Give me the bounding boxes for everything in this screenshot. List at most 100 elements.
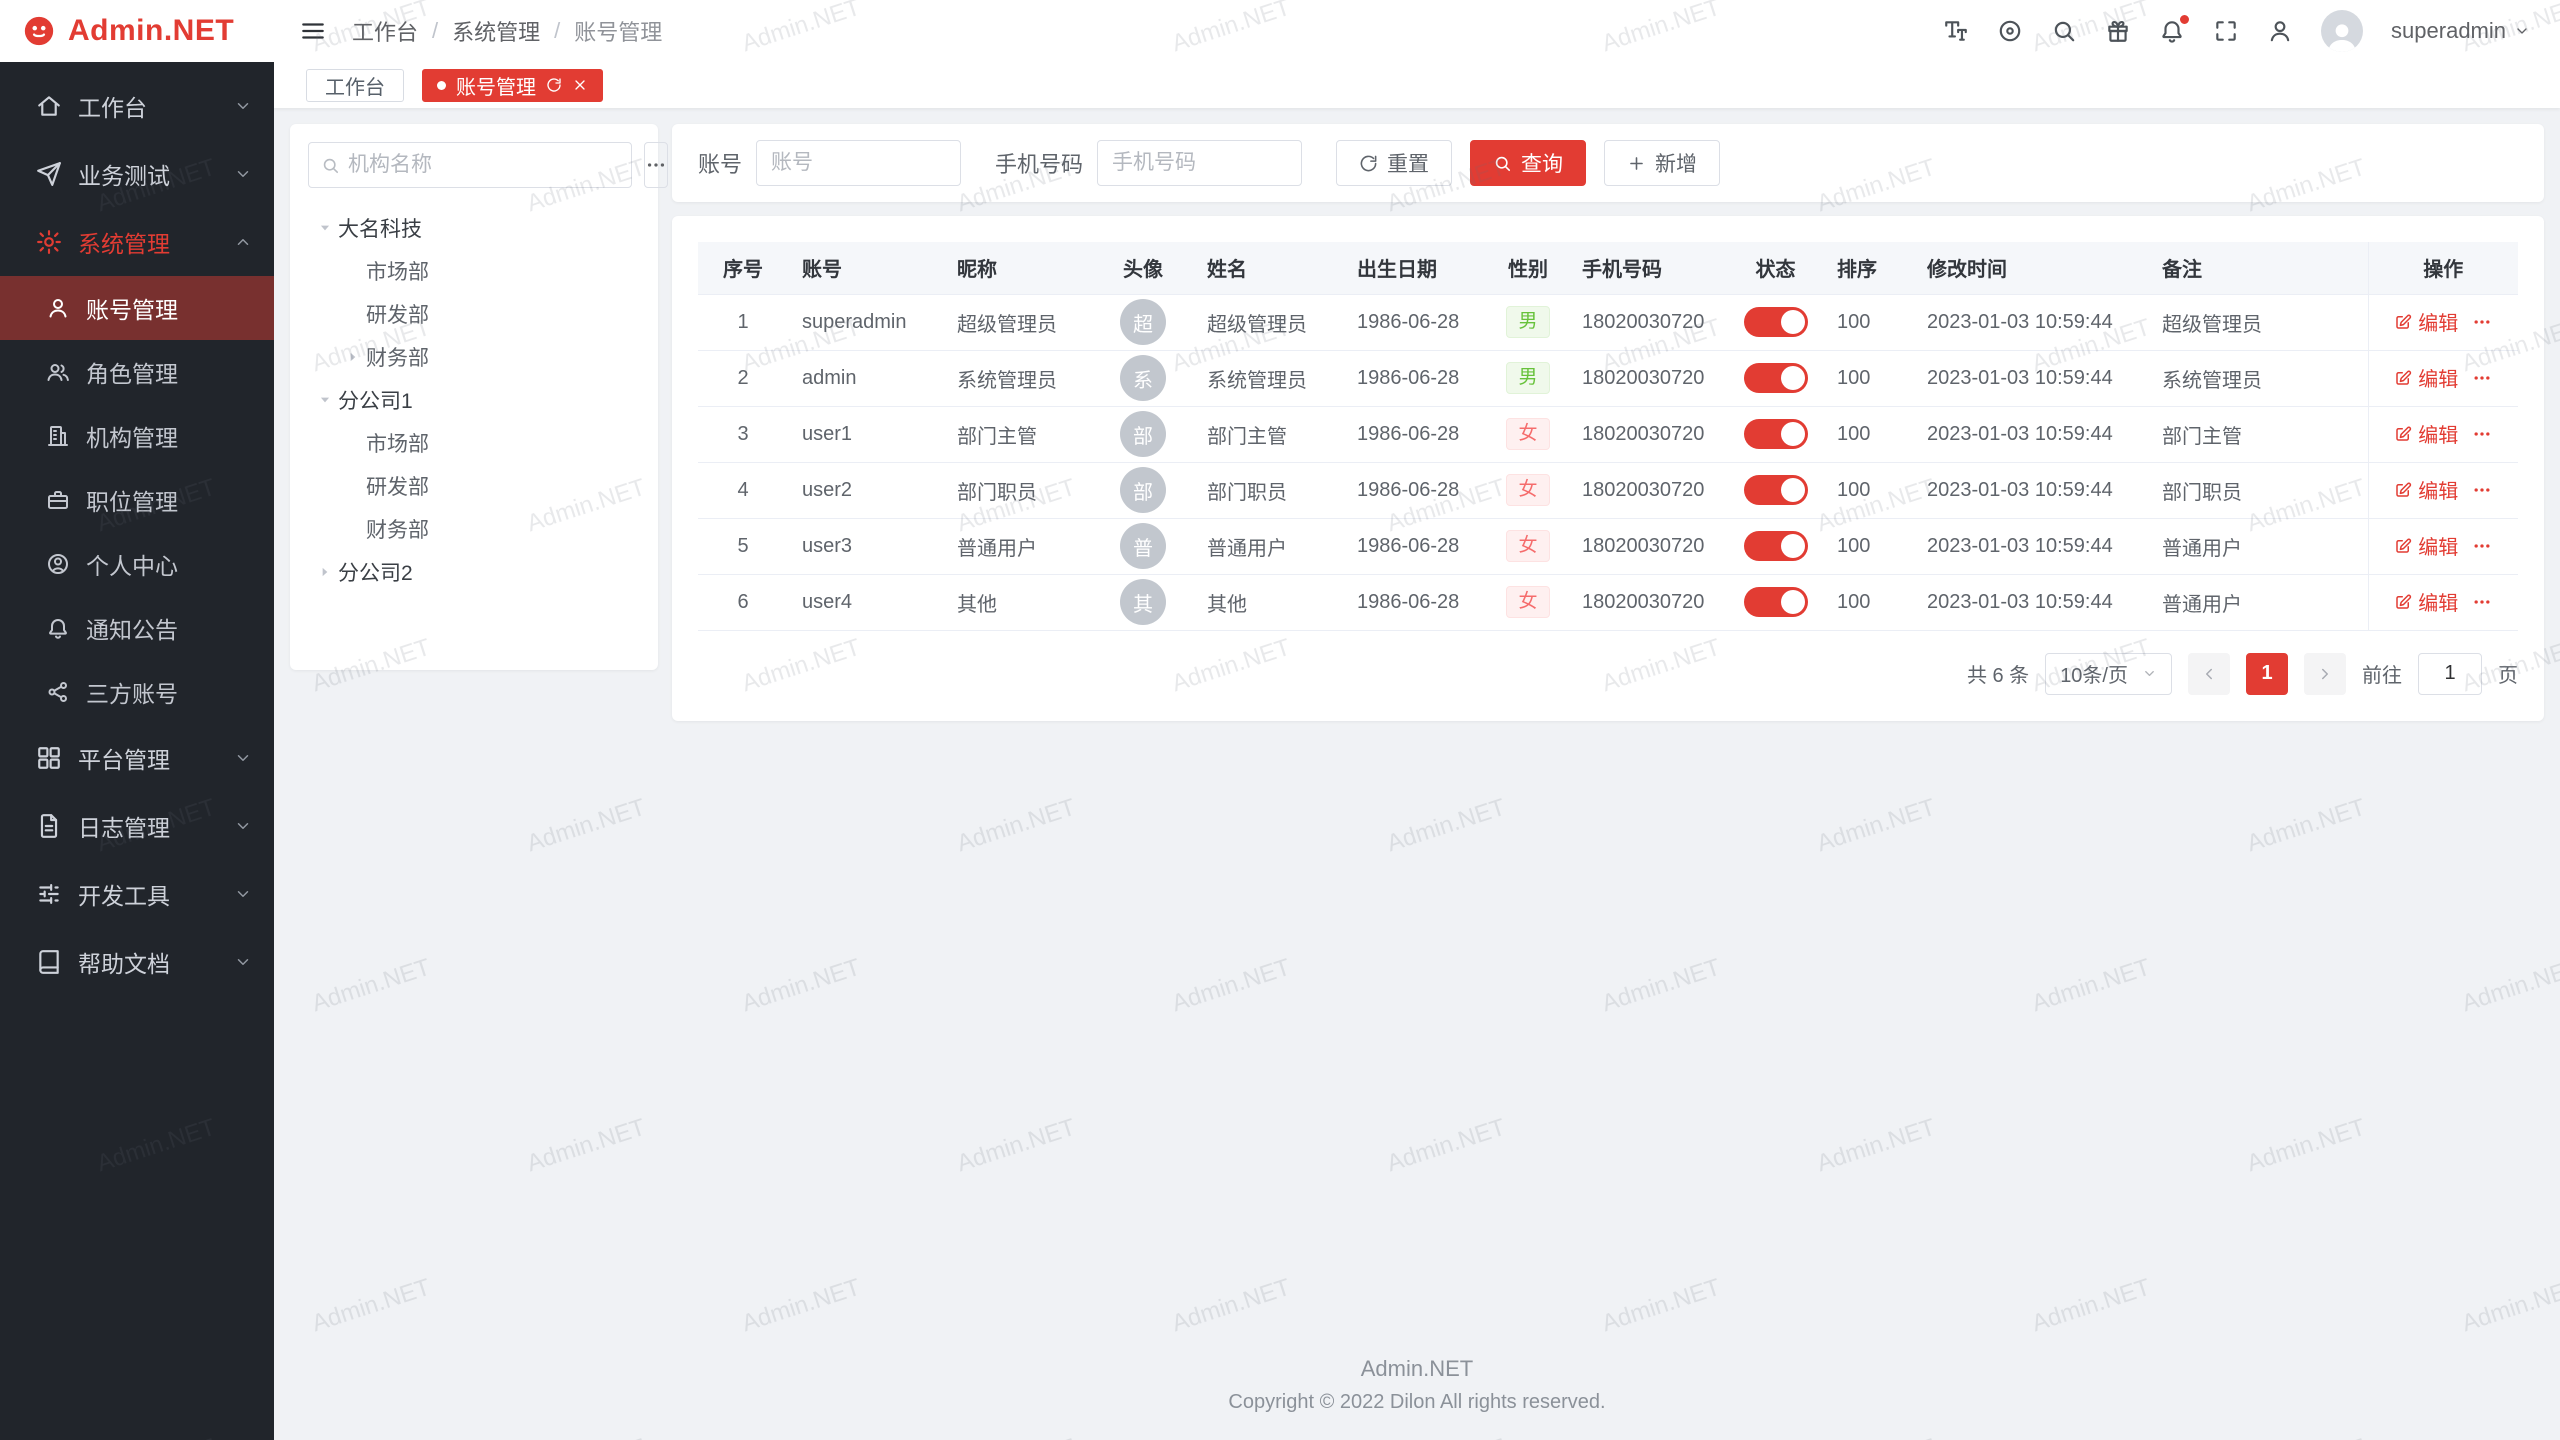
chevron-down-icon (234, 885, 252, 903)
sidebar-item-account-management[interactable]: 账号管理 (0, 276, 274, 340)
content-area: 大名科技 市场部 研发部 财务部 分公司1 市场部 研发部 财务部 分公司2 账… (274, 108, 2560, 1338)
app-title: Admin.NET (68, 14, 234, 48)
breadcrumb-item[interactable]: 系统管理 (452, 15, 540, 47)
edit-button[interactable]: 编辑 (2394, 363, 2458, 392)
fullscreen-icon[interactable] (2213, 18, 2239, 44)
sidebar-item-dev-tools[interactable]: 开发工具 (0, 860, 274, 928)
goto-page-input[interactable] (2418, 653, 2482, 695)
edit-button[interactable]: 编辑 (2394, 531, 2458, 560)
sidebar-item-platform-management[interactable]: 平台管理 (0, 724, 274, 792)
caret-right-icon[interactable] (312, 565, 338, 579)
footer-copyright: Copyright © 2022 Dilon All rights reserv… (274, 1391, 2560, 1414)
app-logo[interactable]: Admin.NET (0, 0, 274, 62)
more-actions-icon[interactable] (2472, 312, 2492, 332)
add-button[interactable]: 新增 (1604, 140, 1720, 186)
tree-node[interactable]: 研发部 (308, 292, 640, 335)
table-row: 1 superadmin 超级管理员 超 超级管理员 1986-06-28 男 … (698, 294, 2518, 350)
breadcrumb-item-current: 账号管理 (574, 15, 662, 47)
search-icon[interactable] (2051, 18, 2077, 44)
tree-node[interactable]: 市场部 (308, 421, 640, 464)
breadcrumb-item[interactable]: 工作台 (352, 15, 418, 47)
sidebar-item-help-docs[interactable]: 帮助文档 (0, 928, 274, 996)
tab-bar: 工作台 账号管理 (274, 62, 2560, 108)
gender-tag: 女 (1506, 586, 1549, 619)
more-actions-icon[interactable] (2472, 368, 2492, 388)
phone-input[interactable] (1097, 140, 1302, 186)
sidebar-item-business-test[interactable]: 业务测试 (0, 140, 274, 208)
gear-icon (36, 229, 62, 255)
user-menu[interactable]: superadmin (2391, 18, 2530, 44)
row-avatar: 普 (1120, 523, 1166, 569)
sidebar-item-notice[interactable]: 通知公告 (0, 596, 274, 660)
more-actions-icon[interactable] (2472, 592, 2492, 612)
caret-down-icon[interactable] (312, 221, 338, 235)
sidebar-item-org-management[interactable]: 机构管理 (0, 404, 274, 468)
gender-tag: 男 (1506, 306, 1549, 339)
edit-button[interactable]: 编辑 (2394, 419, 2458, 448)
tree-node[interactable]: 市场部 (308, 249, 640, 292)
pagination: 共 6 条 10条/页 1 前往 页 (698, 653, 2518, 695)
caret-right-icon[interactable] (340, 350, 366, 364)
building-icon (46, 424, 70, 448)
file-text-icon (36, 813, 62, 839)
tree-node[interactable]: 大名科技 (308, 206, 640, 249)
prev-page-button[interactable] (2188, 653, 2230, 695)
org-more-button[interactable] (644, 142, 668, 188)
status-toggle[interactable] (1744, 475, 1808, 505)
page-size-select[interactable]: 10条/页 (2045, 653, 2172, 695)
users-icon (46, 360, 70, 384)
tab-workbench[interactable]: 工作台 (306, 69, 404, 102)
close-icon[interactable] (572, 77, 588, 93)
system-submenu: 账号管理 角色管理 机构管理 职位管理 个人中心 通知公告 (0, 276, 274, 724)
org-tree-panel: 大名科技 市场部 研发部 财务部 分公司1 市场部 研发部 财务部 分公司2 (290, 124, 658, 670)
status-toggle[interactable] (1744, 307, 1808, 337)
tree-node[interactable]: 分公司1 (308, 378, 640, 421)
gift-icon[interactable] (2105, 18, 2131, 44)
account-input[interactable] (756, 140, 961, 186)
reset-button[interactable]: 重置 (1336, 140, 1452, 186)
sidebar-item-personal-center[interactable]: 个人中心 (0, 532, 274, 596)
query-button[interactable]: 查询 (1470, 140, 1586, 186)
more-actions-icon[interactable] (2472, 480, 2492, 500)
sidebar-item-workbench[interactable]: 工作台 (0, 72, 274, 140)
sidebar-item-system-management[interactable]: 系统管理 (0, 208, 274, 276)
refresh-icon[interactable] (546, 77, 562, 93)
tree-node[interactable]: 财务部 (308, 335, 640, 378)
theme-icon[interactable] (1997, 18, 2023, 44)
tab-account-management[interactable]: 账号管理 (422, 69, 603, 102)
edit-button[interactable]: 编辑 (2394, 307, 2458, 336)
tree-node[interactable]: 财务部 (308, 507, 640, 550)
status-toggle[interactable] (1744, 363, 1808, 393)
more-actions-icon[interactable] (2472, 424, 2492, 444)
menu-collapse-icon[interactable] (300, 18, 326, 44)
org-search-input[interactable] (348, 153, 619, 177)
chevron-down-icon (2142, 666, 2157, 681)
user-icon[interactable] (2267, 18, 2293, 44)
status-toggle[interactable] (1744, 419, 1808, 449)
gender-tag: 女 (1506, 530, 1549, 563)
bell-icon (46, 616, 70, 640)
table-row: 5 user3 普通用户 普 普通用户 1986-06-28 女 1802003… (698, 518, 2518, 574)
tree-node[interactable]: 分公司2 (308, 550, 640, 593)
chevron-down-icon (234, 817, 252, 835)
status-toggle[interactable] (1744, 531, 1808, 561)
sidebar-menu: 工作台 业务测试 系统管理 账号管理 角色管理 机构管理 (0, 62, 274, 996)
caret-down-icon[interactable] (312, 393, 338, 407)
current-page-button[interactable]: 1 (2246, 653, 2288, 695)
tree-node[interactable]: 研发部 (308, 464, 640, 507)
edit-button[interactable]: 编辑 (2394, 587, 2458, 616)
status-toggle[interactable] (1744, 587, 1808, 617)
notification-badge (2178, 13, 2191, 26)
sidebar-item-log-management[interactable]: 日志管理 (0, 792, 274, 860)
notification-bell-icon[interactable] (2159, 18, 2185, 44)
sidebar-item-position-management[interactable]: 职位管理 (0, 468, 274, 532)
sidebar-item-third-party-account[interactable]: 三方账号 (0, 660, 274, 724)
edit-button[interactable]: 编辑 (2394, 475, 2458, 504)
more-actions-icon[interactable] (2472, 536, 2492, 556)
font-size-icon[interactable] (1943, 18, 1969, 44)
user-avatar[interactable] (2321, 10, 2363, 52)
table-row: 3 user1 部门主管 部 部门主管 1986-06-28 女 1802003… (698, 406, 2518, 462)
goto-label: 前往 (2362, 659, 2402, 688)
next-page-button[interactable] (2304, 653, 2346, 695)
sidebar-item-role-management[interactable]: 角色管理 (0, 340, 274, 404)
